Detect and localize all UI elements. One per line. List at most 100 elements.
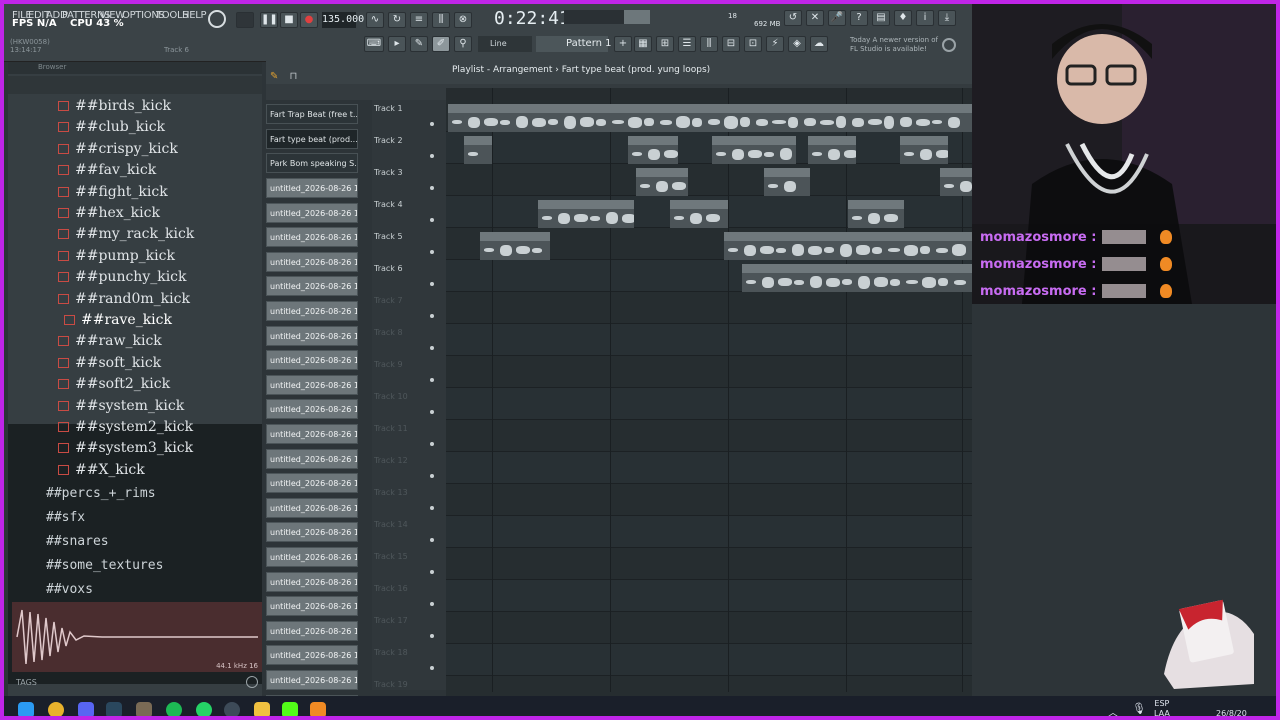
browser-subfolder-item[interactable]: ##voxs: [46, 582, 93, 597]
mixer-view-icon[interactable]: ⫼: [700, 36, 718, 52]
playlist-audio-clip-item[interactable]: untitled_2026-08-26 18-: [266, 251, 358, 272]
track-dot[interactable]: [430, 634, 434, 638]
chat-username[interactable]: momazosmore :: [980, 230, 1096, 245]
audio-clip[interactable]: Fart type beat (prod. yung loops): [448, 104, 972, 132]
add-pattern-icon[interactable]: +: [614, 36, 632, 52]
playlist-audio-clip-item[interactable]: untitled_2026-08-26 18-: [266, 178, 358, 198]
track-dot[interactable]: [430, 282, 434, 286]
channel-rack-icon[interactable]: ⊞: [656, 36, 674, 52]
browser-folder-item[interactable]: ##soft2_kick: [58, 376, 170, 397]
track-dot[interactable]: [430, 602, 434, 606]
track-dot[interactable]: [430, 442, 434, 446]
wave-icon[interactable]: ∿: [366, 12, 384, 28]
info-icon[interactable]: i: [916, 10, 934, 26]
record-button[interactable]: ●: [300, 12, 318, 28]
brush-icon[interactable]: ✎: [410, 36, 428, 52]
chat-username[interactable]: momazosmore :: [980, 284, 1096, 299]
project-icon[interactable]: ⊡: [744, 36, 762, 52]
track-label[interactable]: Track 19: [374, 680, 408, 689]
track-label[interactable]: Track 3: [374, 168, 403, 177]
stamp-icon[interactable]: ⚲: [454, 36, 472, 52]
language-indicator[interactable]: ESP LAA: [1154, 699, 1170, 716]
playlist-audio-clip-item[interactable]: untitled_2026-08-26 18-: [266, 448, 358, 469]
browser-folder-item[interactable]: ##system3_kick: [58, 440, 193, 461]
browser-folder-item[interactable]: ##birds_kick: [58, 98, 171, 119]
audio-clip[interactable]: untitled_2026-08-26 18-53-55_Insert 1: [724, 232, 972, 260]
browser-subfolder-item[interactable]: ##snares: [46, 534, 109, 549]
browser-folder-item[interactable]: ##rave_kick: [64, 312, 172, 333]
playlist-audio-clip-item[interactable]: untitled_2026-08-26 18-: [266, 227, 358, 248]
stop-button[interactable]: ■: [280, 12, 298, 28]
track-label[interactable]: Track 4: [374, 200, 403, 209]
track-label[interactable]: Track 2: [374, 136, 403, 145]
track-dot[interactable]: [430, 538, 434, 542]
browser-folder-item[interactable]: ##club_kick: [58, 119, 165, 140]
mic-tray-icon[interactable]: 🎙: [1132, 702, 1146, 715]
plugin-view-icon[interactable]: ⚡: [766, 36, 784, 52]
browser-folder-item[interactable]: ##system2_kick: [58, 419, 193, 440]
record-view-icon[interactable]: ◈: [788, 36, 806, 52]
playlist-audio-clip-item[interactable]: untitled_2026-08-26 18-: [266, 473, 358, 494]
track-label[interactable]: Track 16: [374, 584, 408, 593]
magnet-icon[interactable]: ⊓: [289, 71, 297, 82]
pattern-select[interactable]: Pattern 1: [536, 36, 612, 52]
track-label[interactable]: Track 12: [374, 456, 408, 465]
song-mode-icon[interactable]: [236, 12, 254, 28]
menu-help[interactable]: HELP: [182, 10, 207, 21]
browser-subfolder-item[interactable]: ##sfx: [46, 510, 85, 525]
tools-icon[interactable]: ✕: [806, 10, 824, 26]
audio-clip[interactable]: untitle...sert 1: [848, 200, 904, 228]
browser-folder-item[interactable]: ##hex_kick: [58, 205, 160, 226]
track-label[interactable]: Track 10: [374, 392, 408, 401]
audio-clip[interactable]: untit: [940, 168, 972, 196]
discord-icon[interactable]: [78, 702, 94, 716]
playlist-audio-clip-item[interactable]: untitled_2026-08-26 18-: [266, 645, 358, 666]
playlist-audio-clip-item[interactable]: untitled_2026-08-26 18-: [266, 325, 358, 346]
keyboard-icon[interactable]: ⌨: [364, 36, 384, 52]
track-dot[interactable]: [430, 410, 434, 414]
flstudio-icon[interactable]: [310, 702, 326, 716]
track-label[interactable]: Track 11: [374, 424, 408, 433]
track-label[interactable]: Track 14: [374, 520, 408, 529]
playlist-audio-clip-item[interactable]: untitled_2026-08-26 18-: [266, 547, 358, 567]
audio-clip[interactable]: untitl...ert 1: [636, 168, 688, 196]
browser-subfolder-item[interactable]: ##some_textures: [46, 558, 163, 573]
playlist-audio-clip-item[interactable]: untitled_2026-08-26 18-: [266, 350, 358, 371]
browser-subfolder-item[interactable]: ##percs_+_rims: [46, 486, 156, 501]
download-icon[interactable]: ⤓: [938, 10, 956, 26]
playlist-icon[interactable]: ▦: [634, 36, 652, 52]
track-dot[interactable]: [430, 378, 434, 382]
audio-clip[interactable]: untit...ert 3: [764, 168, 810, 196]
track-label[interactable]: Track 13: [374, 488, 408, 497]
track-label[interactable]: Track 5: [374, 232, 403, 241]
arrow-icon[interactable]: ▸: [388, 36, 406, 52]
audio-clip[interactable]: untitled_2026-08-26 18-54-18_Insert 1: [742, 264, 972, 292]
save-icon[interactable]: ▤: [872, 10, 890, 26]
browser-folder-item[interactable]: ##system_kick: [58, 398, 184, 419]
track-dot[interactable]: [430, 346, 434, 350]
browser-folder-item[interactable]: ##raw_kick: [58, 333, 162, 354]
play-button[interactable]: ❚❚: [260, 12, 278, 28]
folder-icon[interactable]: [254, 702, 270, 716]
track-label[interactable]: Track 9: [374, 360, 403, 369]
playlist-pattern-item[interactable]: Park Bom speaking S...: [266, 153, 358, 174]
playlist-pattern-item[interactable]: Fart type beat (prod...: [266, 128, 358, 149]
audio-clip[interactable]: unt...t 1: [628, 136, 678, 164]
track-label[interactable]: Track 7: [374, 296, 403, 305]
track-label[interactable]: Track 15: [374, 552, 408, 561]
sample-preview[interactable]: 44.1 kHz 16: [12, 602, 262, 672]
browser-view-icon[interactable]: ⊟: [722, 36, 740, 52]
audio-clip[interactable]: untitle...nsert 1: [712, 136, 796, 164]
draw-icon[interactable]: ✐: [432, 36, 450, 52]
playlist-audio-clip-item[interactable]: untitled_2026-08-26 18-: [266, 571, 358, 592]
tray-chevron-icon[interactable]: ︿: [1108, 704, 1118, 716]
loop-icon[interactable]: ↻: [388, 12, 406, 28]
track-dot[interactable]: [430, 122, 434, 126]
playlist-audio-clip-item[interactable]: untitled_2026-08-26 18-: [266, 202, 358, 223]
steam-icon[interactable]: [106, 702, 122, 716]
browser-folder-item[interactable]: ##fight_kick: [58, 184, 168, 205]
track-dot[interactable]: [430, 186, 434, 190]
browser-folder-item[interactable]: ##pump_kick: [58, 248, 175, 269]
track-label[interactable]: Track 18: [374, 648, 408, 657]
cloud-icon[interactable]: ☁: [810, 36, 828, 52]
